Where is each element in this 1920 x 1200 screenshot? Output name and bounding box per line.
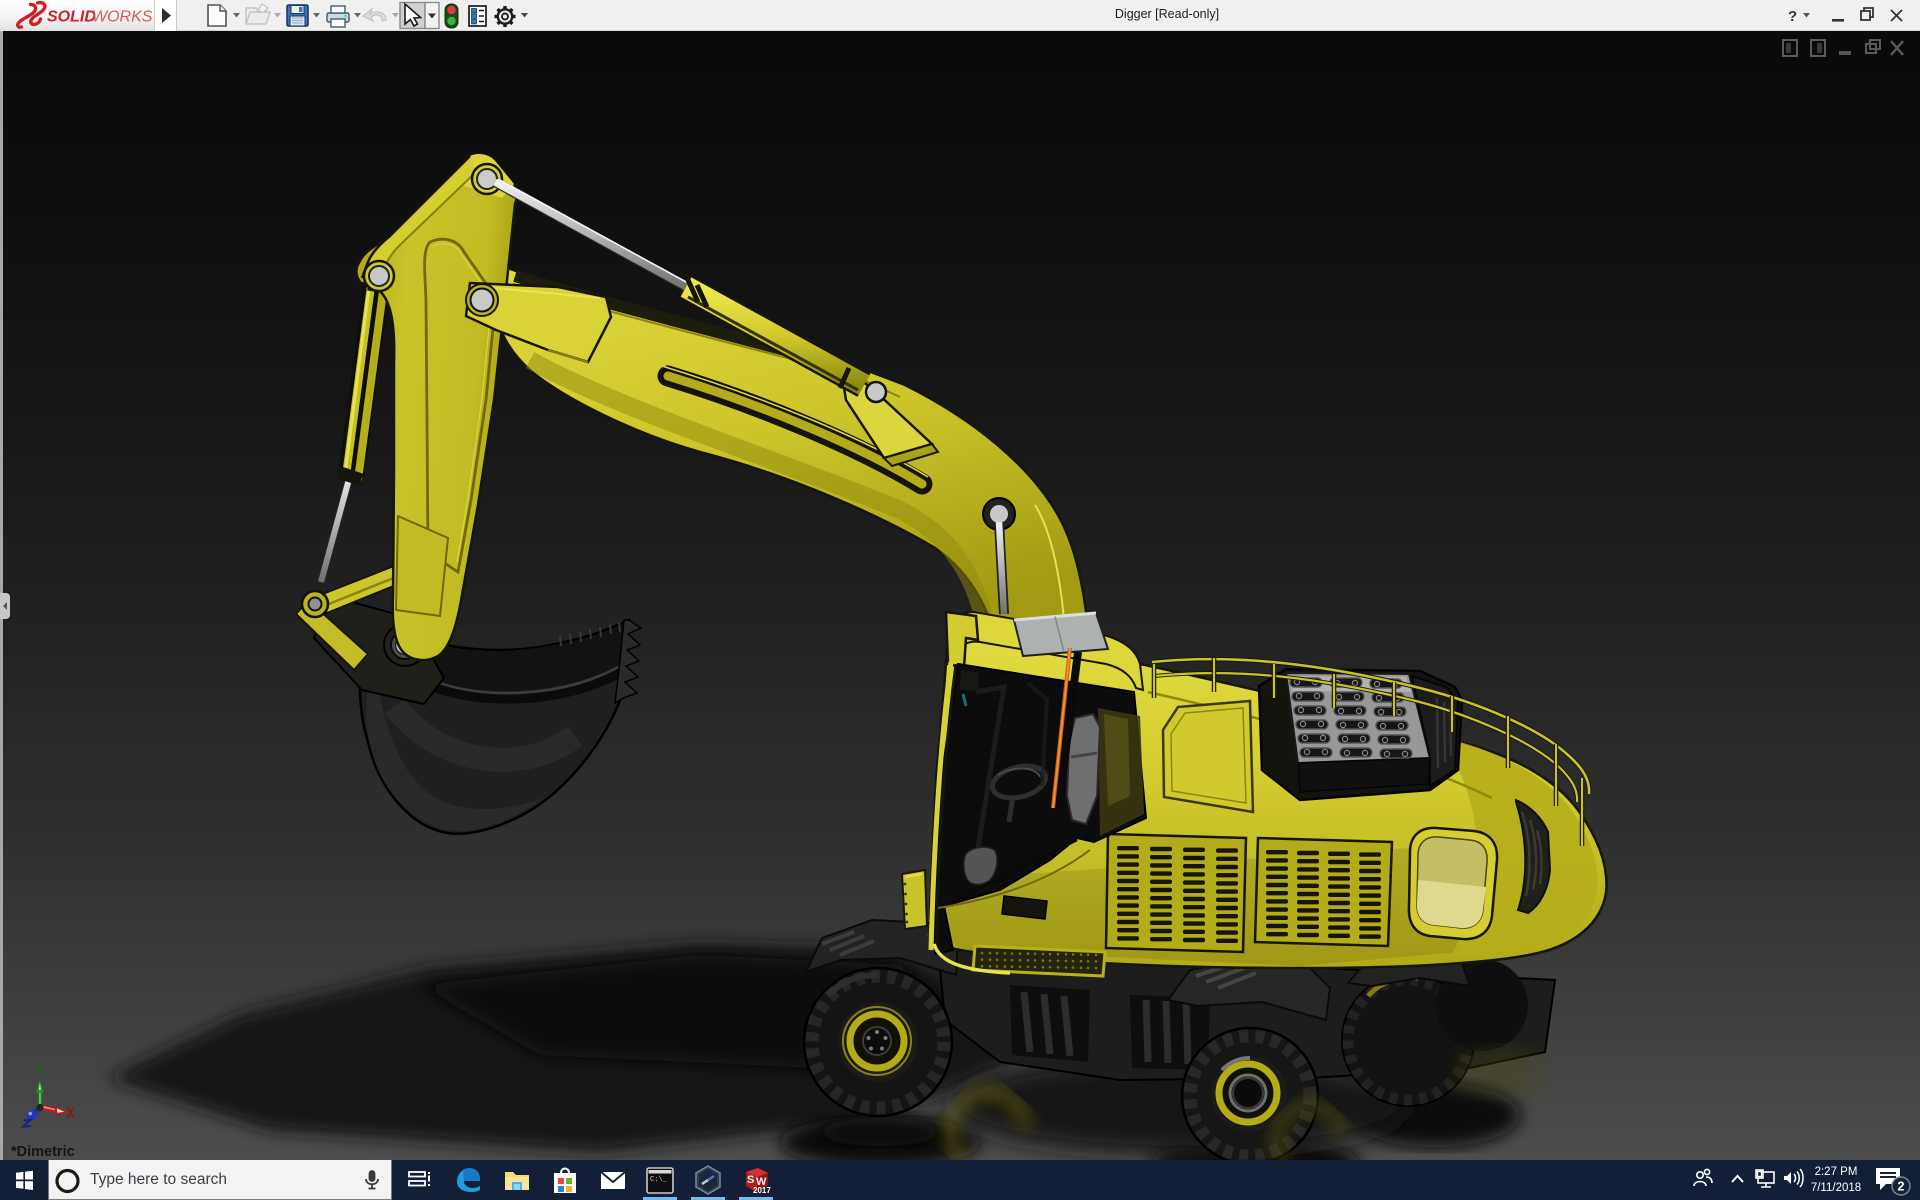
svg-text:WORKS: WORKS	[92, 9, 153, 26]
svg-text:SOLID: SOLID	[47, 9, 96, 26]
svg-text:S: S	[747, 1174, 754, 1186]
svg-text:2017: 2017	[753, 1186, 771, 1195]
svg-text:2: 2	[1898, 1180, 1905, 1194]
svg-text:C:\_: C:\_	[650, 1176, 668, 1184]
svg-text:?: ?	[1788, 8, 1797, 25]
